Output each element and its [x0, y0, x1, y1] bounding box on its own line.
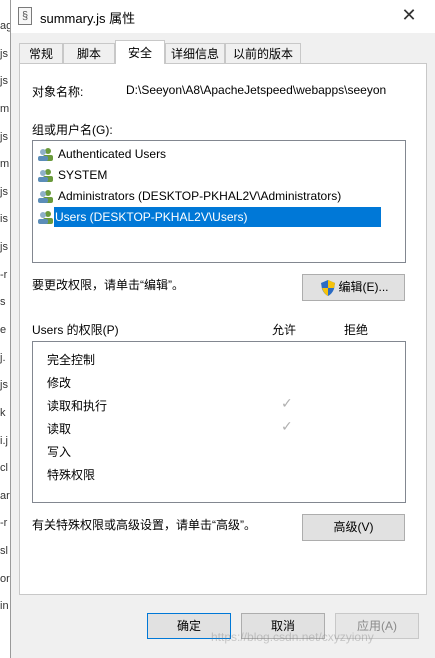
background-text-fragment: js [0, 185, 8, 198]
list-item[interactable]: Administrators (DESKTOP-PKHAL2V\Administ… [38, 186, 341, 206]
edit-button[interactable]: 编辑(E)... [302, 274, 405, 301]
background-text-fragment: or [0, 572, 10, 585]
background-text-fragment: js [0, 379, 8, 392]
tab-script[interactable]: 脚本 [63, 43, 115, 63]
user-group-icon [38, 148, 53, 161]
background-text-fragment: m [0, 102, 10, 115]
tab-general[interactable]: 常规 [19, 43, 63, 63]
permissions-label: Users 的权限(P) [32, 323, 119, 337]
tab-security[interactable]: 安全 [115, 40, 165, 64]
permission-name: 特殊权限 [47, 468, 96, 482]
users-list[interactable]: Authenticated Users SYSTEM Administrator… [32, 140, 406, 263]
list-item[interactable]: Authenticated Users [38, 144, 166, 164]
background-text-fragment: -r [0, 268, 8, 281]
background-text-fragment: js [0, 241, 8, 254]
background-text-fragment: sl [0, 545, 8, 558]
background-text-fragment: e [0, 324, 7, 336]
background-text-fragment: -r [0, 517, 8, 530]
object-name-label: 对象名称: [32, 85, 84, 99]
background-text-fragment: js [0, 75, 8, 88]
user-group-icon [38, 169, 53, 182]
tab-details[interactable]: 详细信息 [165, 43, 225, 63]
background-text-fragment: s [0, 296, 6, 309]
permission-name: 修改 [47, 376, 72, 390]
allow-header: 允许 [272, 323, 297, 337]
advanced-button[interactable]: 高级(V) [302, 514, 405, 541]
permission-name: 写入 [47, 445, 72, 459]
window-title: summary.js 属性 [40, 11, 136, 26]
list-item[interactable]: SYSTEM [38, 165, 107, 185]
background-text-fragment: cl [0, 462, 8, 475]
user-name: SYSTEM [58, 168, 108, 182]
background-text-fragment: in [0, 600, 9, 613]
background-text-fragment: k [0, 406, 6, 419]
user-name: Users (DESKTOP-PKHAL2V\Users) [55, 210, 248, 224]
permission-name: 完全控制 [47, 353, 96, 367]
deny-header: 拒绝 [344, 323, 369, 337]
background-text-fragment: j. [0, 351, 6, 364]
watermark-text: https://blog.csdn.net/cxyzyiony [211, 630, 374, 644]
user-name: Authenticated Users [58, 147, 167, 161]
user-group-icon [38, 190, 53, 203]
edit-button-label: 编辑(E)... [338, 280, 389, 294]
allow-check-icon: ✓ [281, 395, 293, 411]
background-text-fragment: m [0, 158, 10, 171]
background-text-fragment: ag [0, 20, 10, 32]
user-group-icon [38, 211, 53, 224]
advanced-hint: 有关特殊权限或高级设置，请单击“高级”。 [32, 518, 256, 532]
list-item-selected[interactable]: Users (DESKTOP-PKHAL2V\Users) [54, 207, 381, 227]
tab-previous-versions[interactable]: 以前的版本 [225, 43, 301, 63]
allow-check-icon: ✓ [281, 418, 293, 434]
background-text-fragment: i.j [0, 434, 8, 447]
security-panel: 对象名称: D:\Seeyon\A8\ApacheJetspeed\webapp… [19, 63, 427, 595]
object-name-value: D:\Seeyon\A8\ApacheJetspeed\webapps\seey… [126, 83, 387, 97]
script-file-icon: § [18, 7, 32, 25]
permissions-list: 完全控制 修改 读取和执行 ✓ 读取 ✓ 写入 特殊权限 [32, 341, 406, 503]
edit-hint: 要更改权限，请单击“编辑”。 [32, 278, 184, 292]
user-name: Administrators (DESKTOP-PKHAL2V\Administ… [58, 189, 342, 203]
background-text-fragment: is [0, 213, 8, 226]
background-text-fragment: js [0, 47, 8, 60]
close-icon[interactable]: ✕ [397, 5, 421, 27]
properties-dialog: § summary.js 属性 ✕ 常规 脚本 安全 详细信息 以前的版本 对象… [10, 0, 435, 658]
title-bar: § summary.js 属性 ✕ [11, 0, 435, 33]
uac-shield-icon [321, 280, 335, 296]
background-text-fragment: ar [0, 489, 10, 502]
permission-name: 读取 [47, 422, 72, 436]
permission-name: 读取和执行 [47, 399, 108, 413]
background-text-fragment: js [0, 130, 8, 143]
groups-label: 组或用户名(G): [32, 123, 113, 137]
